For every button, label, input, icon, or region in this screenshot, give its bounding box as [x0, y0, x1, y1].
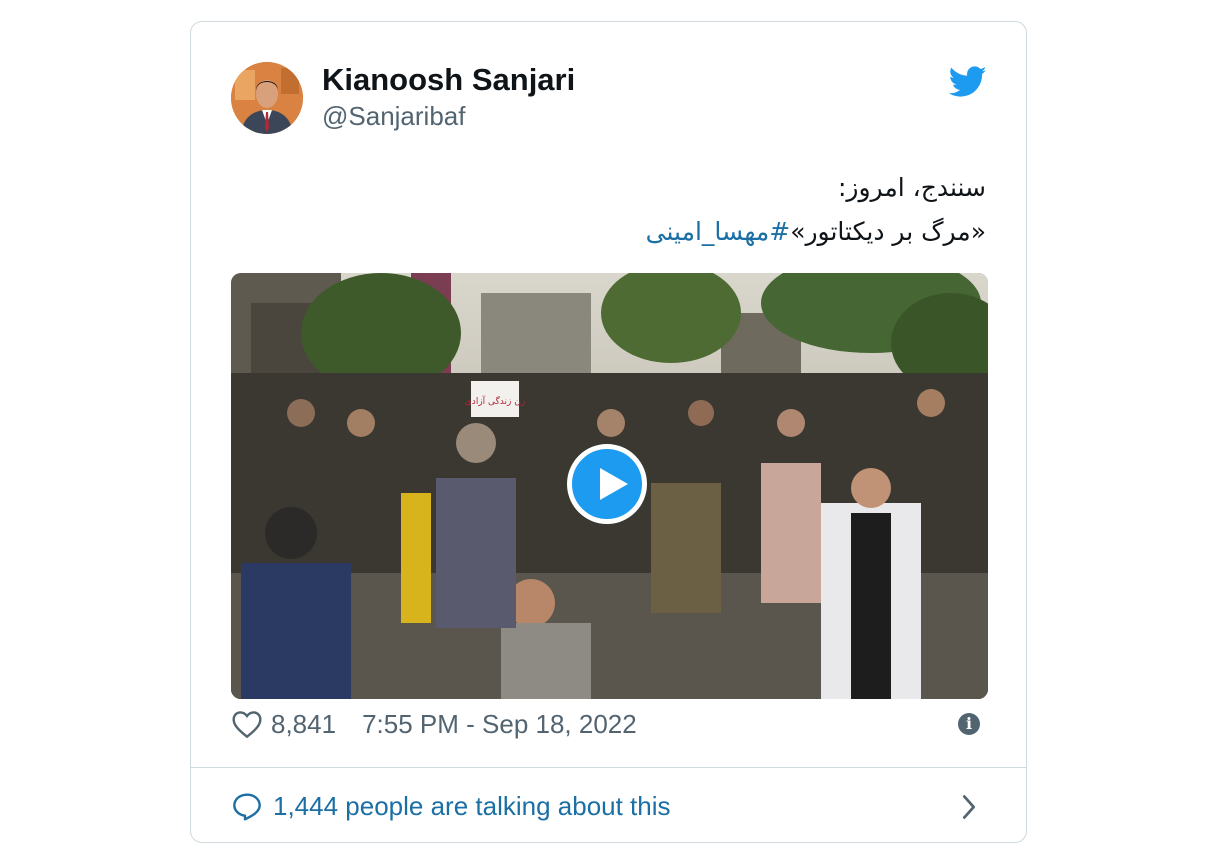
avatar[interactable] — [231, 62, 303, 134]
talking-label: 1,444 people are talking about this — [273, 790, 671, 821]
tweet-card: Kianoosh Sanjari @Sanjaribaf سنندج، امرو… — [190, 21, 1027, 843]
divider — [191, 767, 1026, 768]
author-name[interactable]: Kianoosh Sanjari — [322, 62, 575, 98]
protest-sign-text: زن زندگی آزادی — [465, 395, 525, 407]
play-icon[interactable] — [567, 444, 647, 524]
speech-bubble-icon — [233, 793, 261, 821]
tweet-quote: «مرگ بر دیکتاتور» — [790, 217, 986, 246]
info-icon[interactable]: i — [958, 713, 980, 735]
tweet-line-2: «مرگ بر دیکتاتور»#مهسا_امینی — [286, 210, 986, 254]
tweet-text: سنندج، امروز: «مرگ بر دیکتاتور»#مهسا_امی… — [286, 166, 986, 254]
heart-icon[interactable] — [231, 709, 263, 739]
video-player[interactable]: زن زندگی آزادی — [231, 273, 988, 699]
timestamp[interactable]: 7:55 PM - Sep 18, 2022 — [362, 709, 637, 740]
tweet-meta: 8,841 7:55 PM - Sep 18, 2022 — [231, 707, 637, 741]
chevron-right-icon[interactable] — [959, 793, 979, 821]
hashtag-link[interactable]: #مهسا_امینی — [646, 217, 791, 246]
author-handle[interactable]: @Sanjaribaf — [322, 101, 465, 132]
tweet-line-1: سنندج، امروز: — [837, 173, 986, 202]
twitter-bird-icon[interactable] — [949, 66, 987, 98]
talking-link[interactable]: 1,444 people are talking about this — [231, 786, 671, 826]
like-count[interactable]: 8,841 — [271, 709, 336, 740]
